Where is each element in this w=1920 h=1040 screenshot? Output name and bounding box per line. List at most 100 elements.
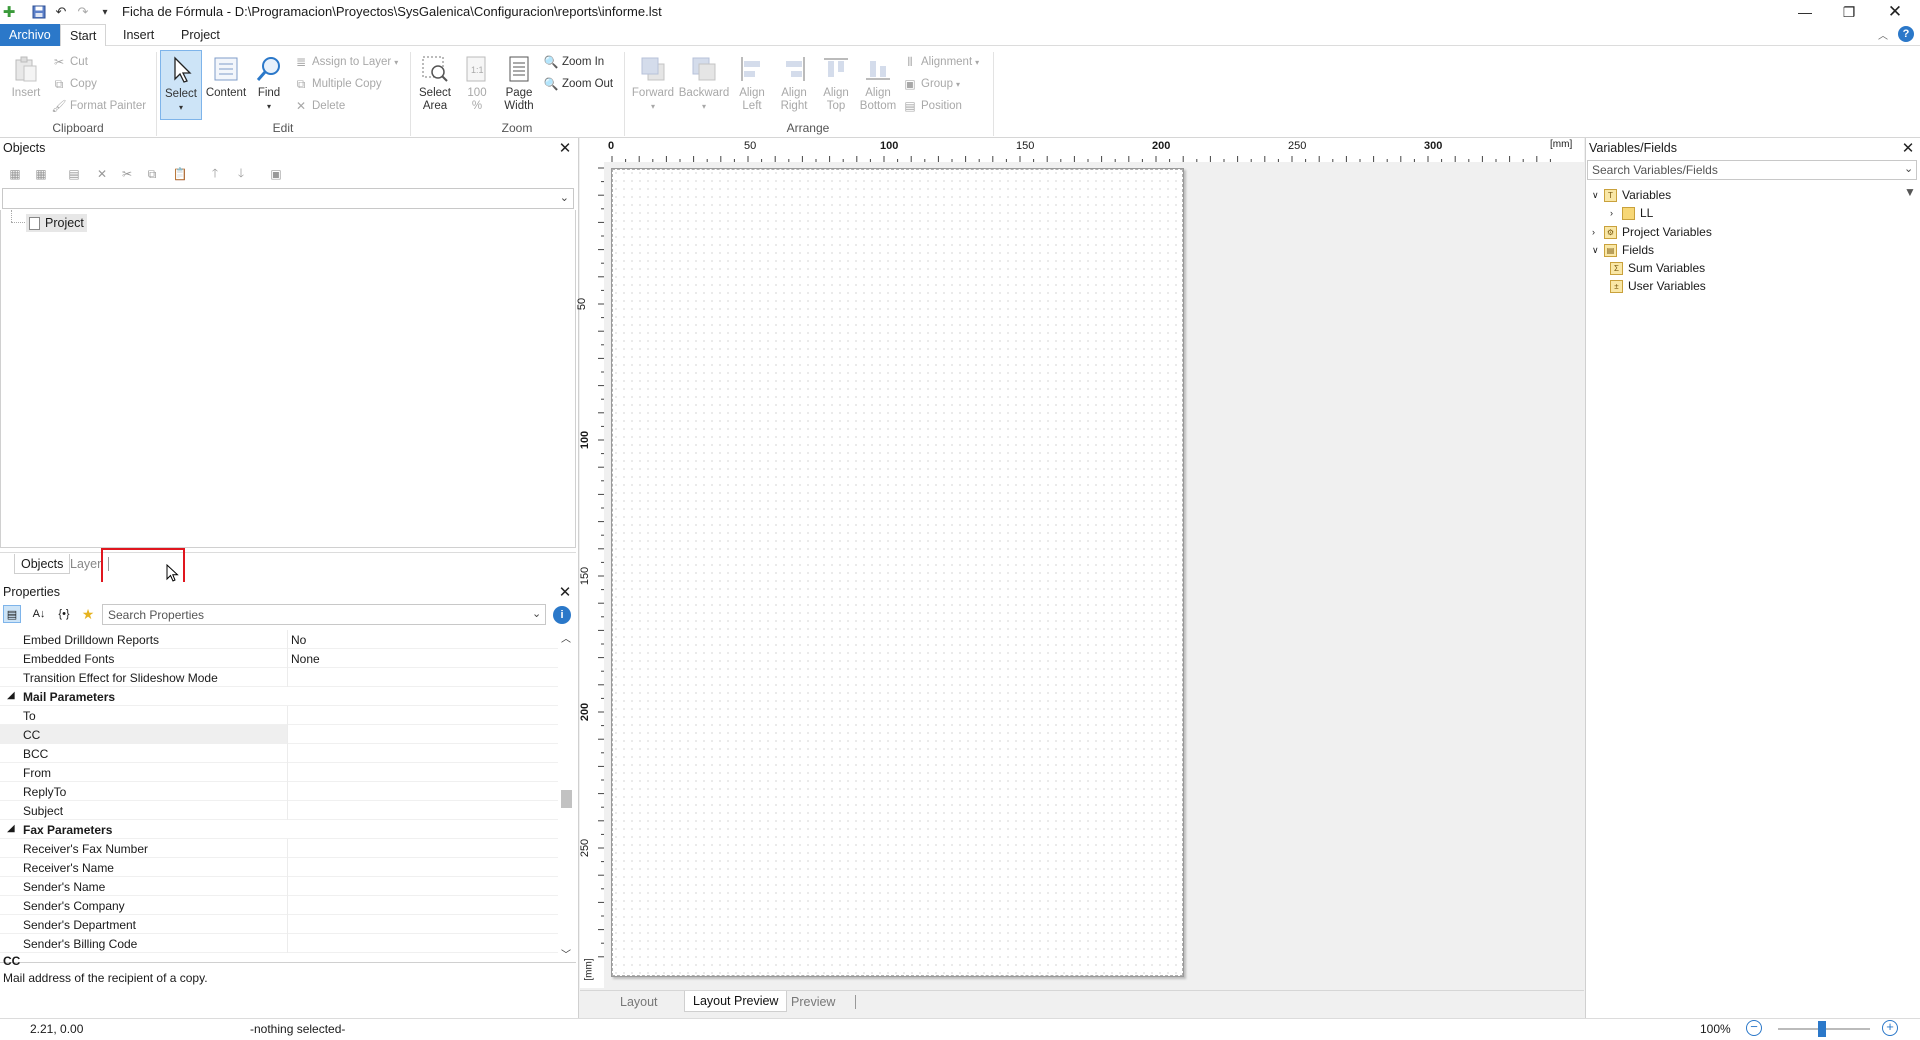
select-area-button[interactable]: Select Area bbox=[414, 50, 456, 118]
help-icon[interactable]: ? bbox=[1898, 26, 1914, 42]
forward-button[interactable]: Forward ▾ bbox=[630, 50, 676, 118]
scroll-down-icon[interactable]: ﹀ bbox=[561, 946, 571, 961]
object-properties-icon[interactable]: ▤ bbox=[64, 165, 84, 183]
collapse-triangle-icon[interactable]: ◢ bbox=[7, 690, 15, 701]
content-button[interactable]: Content bbox=[203, 50, 249, 118]
filter-icon[interactable]: ▼ bbox=[1904, 185, 1916, 199]
sort-alphabetical-icon[interactable]: A↓ bbox=[30, 605, 48, 623]
search-properties-input[interactable]: Search Properties bbox=[102, 604, 546, 625]
collapse-ribbon-icon[interactable]: ︿ bbox=[1878, 27, 1888, 42]
tree-item-fields[interactable]: ∨ ▤ Fields bbox=[1592, 241, 1654, 259]
zoom-in-icon[interactable]: + bbox=[1882, 1020, 1898, 1036]
info-icon[interactable]: i bbox=[553, 606, 571, 624]
tree-item-ll[interactable]: › LL bbox=[1610, 204, 1653, 222]
align-top-button[interactable]: Align Top bbox=[816, 50, 856, 118]
page-width-button[interactable]: Page Width bbox=[498, 50, 540, 118]
paste-object-icon[interactable]: 📋 bbox=[170, 165, 190, 183]
copy-object-icon[interactable]: ⧉ bbox=[142, 165, 162, 183]
property-row[interactable]: CC bbox=[0, 725, 558, 744]
object-list-icon[interactable]: ▦ bbox=[31, 165, 51, 183]
tab-layer[interactable]: Layer bbox=[68, 554, 103, 574]
align-bottom-button[interactable]: Align Bottom bbox=[856, 50, 900, 118]
backward-button[interactable]: Backward ▾ bbox=[677, 50, 731, 118]
property-row[interactable]: Sender's Department bbox=[0, 915, 558, 934]
minimize-button[interactable]: — bbox=[1782, 0, 1828, 24]
cut-object-icon[interactable]: ✂ bbox=[117, 165, 137, 183]
property-category[interactable]: ◢ Fax Parameters bbox=[0, 820, 558, 839]
object-settings-icon[interactable]: ▣ bbox=[266, 165, 286, 183]
property-row[interactable]: From bbox=[0, 763, 558, 782]
tab-insert[interactable]: Insert bbox=[114, 24, 163, 46]
tree-item-variables[interactable]: ∨ T Variables bbox=[1592, 186, 1671, 204]
zoom-100-button[interactable]: 1:1 100 % bbox=[456, 50, 498, 118]
property-row[interactable]: Sender's Company bbox=[0, 896, 558, 915]
tab-archivo[interactable]: Archivo bbox=[0, 24, 60, 46]
position-button[interactable]: ▤ Position bbox=[903, 96, 962, 116]
close-window-button[interactable]: ✕ bbox=[1872, 0, 1918, 24]
close-properties-panel-icon[interactable]: ✕ bbox=[556, 583, 574, 601]
save-icon[interactable] bbox=[30, 3, 48, 21]
format-painter-button[interactable]: 🖌 Format Painter bbox=[51, 96, 146, 116]
tree-item-sum-variables[interactable]: Σ Sum Variables bbox=[1610, 259, 1705, 277]
group-button[interactable]: ▣ Group ▾ bbox=[903, 74, 960, 94]
property-row[interactable]: ReplyTo bbox=[0, 782, 558, 801]
tree-item-project[interactable]: Project bbox=[26, 214, 87, 232]
tab-layout[interactable]: Layout bbox=[612, 991, 666, 1012]
cut-button[interactable]: ✂ Cut bbox=[52, 52, 88, 72]
formula-icon[interactable]: {•} bbox=[54, 605, 74, 623]
scroll-up-icon[interactable]: ︿ bbox=[561, 630, 571, 645]
find-button[interactable]: Find ▾ bbox=[248, 50, 290, 118]
chevron-down-icon[interactable]: ⌄ bbox=[532, 607, 541, 620]
close-objects-panel-icon[interactable]: ✕ bbox=[556, 139, 574, 157]
properties-scrollbar[interactable]: ︿ ﹀ bbox=[558, 630, 574, 962]
property-row[interactable]: Receiver's Fax Number bbox=[0, 839, 558, 858]
property-row[interactable]: Sender's Name bbox=[0, 877, 558, 896]
property-row[interactable]: Transition Effect for Slideshow Mode bbox=[0, 668, 558, 687]
align-left-button[interactable]: Align Left bbox=[732, 50, 772, 118]
zoom-out-button[interactable]: 🔍 Zoom Out bbox=[544, 74, 614, 94]
property-row[interactable]: Sender's Billing Code bbox=[0, 934, 558, 953]
collapse-triangle-icon[interactable]: ◢ bbox=[7, 823, 15, 834]
close-variables-panel-icon[interactable]: ✕ bbox=[1899, 139, 1917, 157]
property-value[interactable]: None bbox=[291, 652, 320, 666]
delete-button[interactable]: ✕ Delete bbox=[294, 96, 345, 116]
tab-project[interactable]: Project bbox=[172, 24, 229, 46]
object-filter-dropdown[interactable]: ⌄ bbox=[2, 188, 574, 209]
delete-object-icon[interactable]: ✕ bbox=[92, 165, 112, 183]
new-object-icon[interactable]: ▦ bbox=[5, 165, 25, 183]
tab-preview[interactable]: Preview bbox=[783, 991, 843, 1012]
property-row[interactable]: Embedded Fonts None bbox=[0, 649, 558, 668]
search-variables-input[interactable]: Search Variables/Fields bbox=[1587, 160, 1917, 180]
property-row[interactable]: BCC bbox=[0, 744, 558, 763]
move-down-icon[interactable]: 🡓 bbox=[231, 165, 251, 183]
move-up-icon[interactable]: 🡑 bbox=[205, 165, 225, 183]
tree-item-project-variables[interactable]: › ⚙ Project Variables bbox=[1592, 223, 1712, 241]
tab-objects[interactable]: Objects bbox=[14, 554, 71, 574]
property-row[interactable]: To bbox=[0, 706, 558, 725]
property-category[interactable]: ◢ Mail Parameters bbox=[0, 687, 558, 706]
chevron-down-icon[interactable]: ⌄ bbox=[1904, 162, 1913, 175]
alignment-button[interactable]: ⫴ Alignment ▾ bbox=[903, 52, 979, 72]
undo-icon[interactable]: ↶ bbox=[52, 3, 70, 21]
scrollbar-thumb[interactable] bbox=[561, 790, 572, 808]
zoom-in-button[interactable]: 🔍 Zoom In bbox=[544, 52, 605, 72]
tab-layout-preview[interactable]: Layout Preview bbox=[684, 991, 788, 1012]
report-page[interactable] bbox=[611, 168, 1184, 977]
zoom-slider-thumb[interactable] bbox=[1818, 1021, 1826, 1037]
property-row[interactable]: Subject bbox=[0, 801, 558, 820]
multiple-copy-button[interactable]: ⧉ Multiple Copy bbox=[294, 74, 382, 94]
categorized-view-icon[interactable]: ▤ bbox=[3, 605, 21, 623]
assign-to-layer-button[interactable]: ≣ Assign to Layer ▾ bbox=[294, 52, 398, 72]
tab-start[interactable]: Start bbox=[60, 24, 107, 46]
property-value[interactable]: No bbox=[291, 633, 306, 647]
copy-button[interactable]: ⧉ Copy bbox=[52, 74, 97, 94]
align-right-button[interactable]: Align Right bbox=[774, 50, 814, 118]
redo-icon[interactable]: ↷ bbox=[74, 3, 92, 21]
insert-button[interactable]: Insert bbox=[4, 50, 48, 118]
favorites-star-icon[interactable]: ★ bbox=[79, 605, 97, 623]
customize-quick-access-icon[interactable]: ▾ bbox=[96, 3, 114, 21]
property-row[interactable]: Embed Drilldown Reports No bbox=[0, 630, 558, 649]
select-button[interactable]: Select ▾ bbox=[160, 50, 202, 120]
tree-item-user-variables[interactable]: ± User Variables bbox=[1610, 277, 1706, 295]
restore-button[interactable]: ❐ bbox=[1826, 0, 1872, 24]
